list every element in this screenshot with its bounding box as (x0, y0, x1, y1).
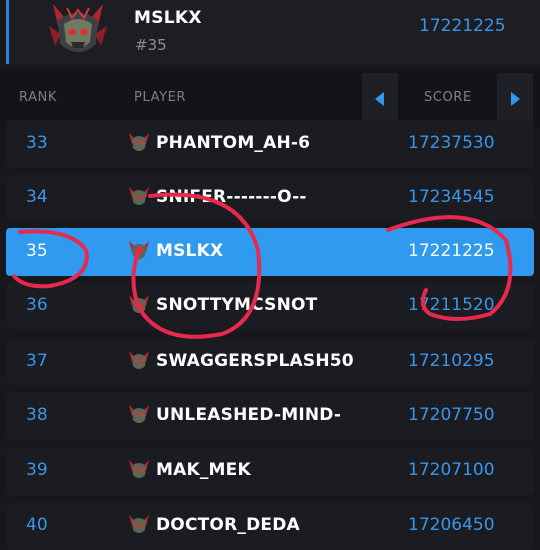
row-rank: 35 (26, 241, 48, 261)
row-player-name: MSLKX (156, 241, 224, 261)
row-player-name: SNIFER-------O-- (156, 187, 307, 207)
row-rank: 37 (26, 351, 48, 371)
row-rank: 40 (26, 515, 48, 535)
row-score: 17210295 (408, 351, 495, 371)
chevron-left-icon (375, 92, 384, 106)
previous-stat-button[interactable] (362, 73, 398, 125)
row-rank: 33 (26, 133, 48, 153)
row-score: 17207750 (408, 405, 495, 425)
current-player-name: MSLKX (134, 8, 202, 28)
demon-skull-emblem-icon (129, 460, 149, 478)
row-score: 17206450 (408, 515, 495, 535)
row-score: 17207100 (408, 460, 495, 480)
demon-skull-emblem-icon (129, 515, 149, 533)
demon-skull-emblem-icon (129, 241, 149, 259)
leaderboard-row[interactable]: 33 PHANTOM_AH-6 17237530 (6, 120, 534, 168)
row-player-name: DOCTOR_DEDA (156, 515, 300, 535)
current-player-score: 17221225 (419, 16, 506, 36)
demon-skull-emblem-icon (129, 351, 149, 369)
demon-skull-emblem-icon (129, 405, 149, 423)
row-rank: 39 (26, 460, 48, 480)
row-player-name: MAK_MEK (156, 460, 251, 480)
current-player-card: MSLKX #35 17221225 (6, 0, 540, 64)
demon-skull-emblem-icon (129, 295, 149, 313)
row-score: 17211520 (408, 295, 495, 315)
leaderboard-row[interactable]: 34 SNIFER-------O-- 17234545 (6, 174, 534, 222)
row-rank: 38 (26, 405, 48, 425)
row-score: 17234545 (408, 187, 495, 207)
demon-skull-emblem-icon (129, 187, 149, 205)
row-rank: 36 (26, 295, 48, 315)
row-player-name: UNLEASHED-MIND- (156, 405, 342, 425)
score-column-header: SCORE (424, 90, 472, 105)
leaderboard-row[interactable]: 39 MAK_MEK 17207100 (6, 447, 534, 495)
leaderboard-row[interactable]: 40 DOCTOR_DEDA 17206450 (6, 502, 534, 550)
row-rank: 34 (26, 187, 48, 207)
player-column-header: PLAYER (134, 90, 187, 105)
row-score: 17221225 (408, 241, 495, 261)
row-player-name: PHANTOM_AH-6 (156, 133, 311, 153)
leaderboard-row[interactable]: 36 SNOTTYMCSNOT 17211520 (6, 282, 534, 330)
leaderboard-row[interactable]: 38 UNLEASHED-MIND- 17207750 (6, 392, 534, 440)
demon-skull-emblem-icon (49, 4, 107, 52)
next-stat-button[interactable] (497, 73, 533, 125)
row-player-name: SNOTTYMCSNOT (156, 295, 318, 315)
leaderboard-row[interactable]: 37 SWAGGERSPLASH50 17210295 (6, 338, 534, 386)
rank-column-header: RANK (19, 90, 58, 105)
row-score: 17237530 (408, 133, 495, 153)
demon-skull-emblem-icon (129, 133, 149, 151)
chevron-right-icon (511, 92, 520, 106)
leaderboard-row-current-player[interactable]: 35 MSLKX 17221225 (6, 228, 534, 276)
current-player-rank: #35 (135, 36, 167, 54)
row-player-name: SWAGGERSPLASH50 (156, 351, 354, 371)
